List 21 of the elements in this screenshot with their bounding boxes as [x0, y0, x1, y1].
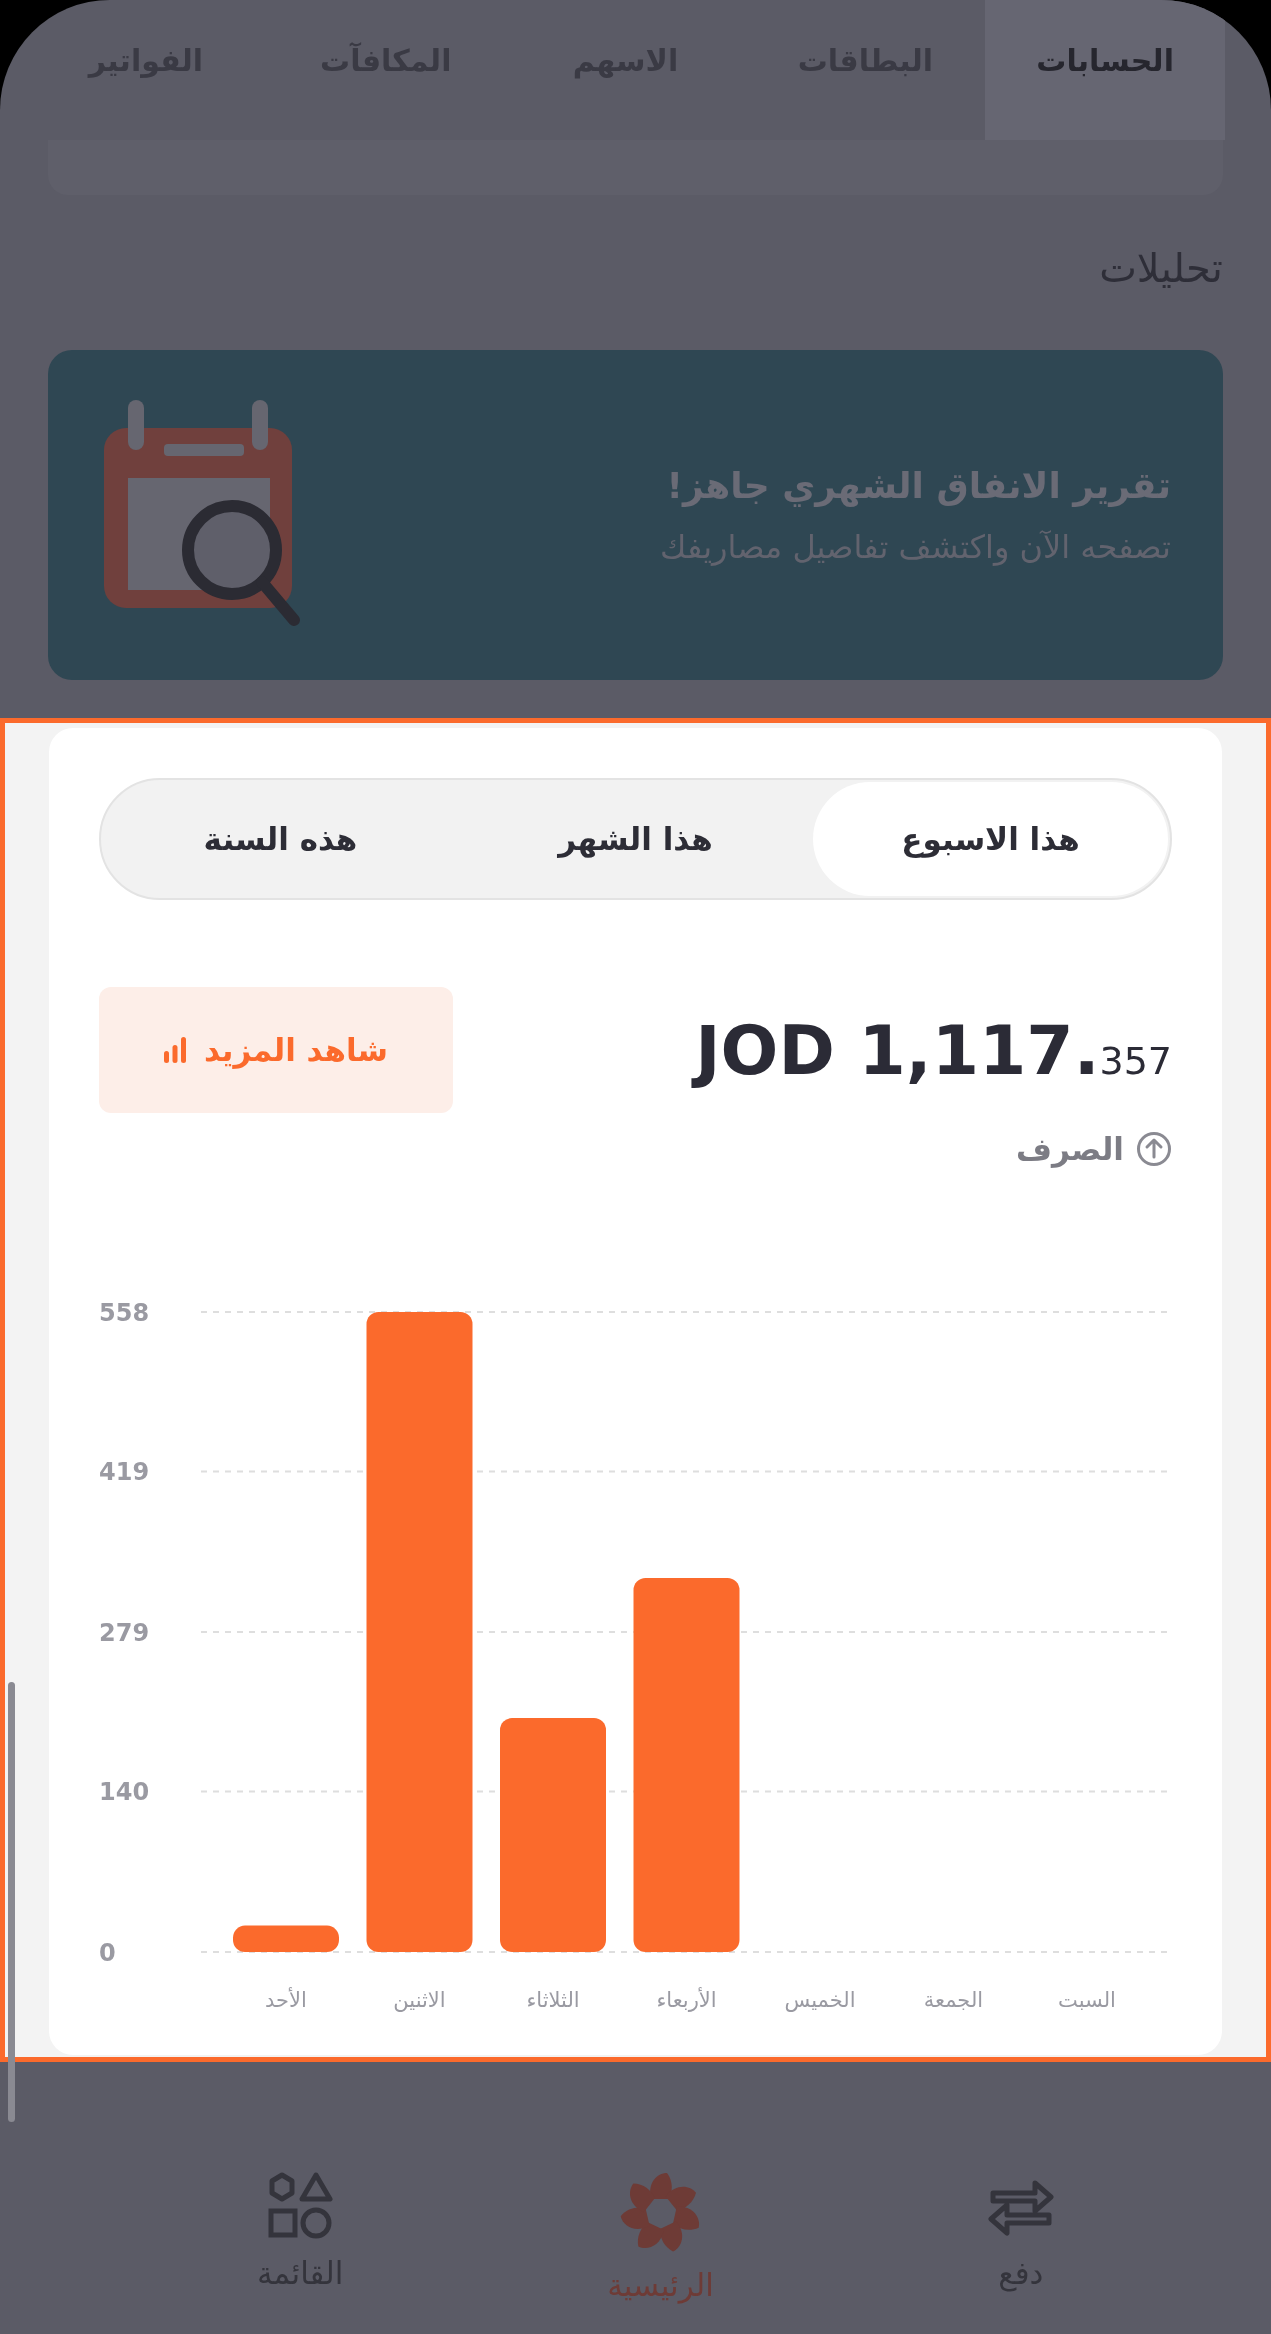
day-label: الخميس: [784, 1988, 856, 2012]
period-tab[interactable]: هذه السنة: [103, 782, 458, 896]
day-label: الأربعاء: [656, 1988, 717, 2012]
axis-tick-label: 0: [99, 1939, 116, 1967]
amount-label: الصرف: [1015, 1131, 1124, 1167]
day-label: الاثنين: [393, 1988, 446, 2012]
up-arrow-circle-icon: [1136, 1131, 1172, 1167]
period-tab[interactable]: هذا الشهر: [458, 782, 813, 896]
axis-tick-label: 419: [99, 1458, 150, 1487]
axis-tick-label: 558: [99, 1299, 150, 1327]
axis-tick-label: 279: [99, 1619, 150, 1647]
bar-chart-icon: [163, 1037, 186, 1063]
period-tab[interactable]: هذا الاسبوع: [813, 782, 1168, 896]
day-label: الثلاثاء: [526, 1988, 580, 2012]
see-more-button[interactable]: شاهد المزيد: [99, 987, 453, 1113]
day-label: الأحد: [265, 1988, 307, 2012]
top-tab[interactable]: الحسابات: [985, 0, 1225, 140]
day-label: الجمعة: [923, 1988, 984, 2012]
axis-tick-label: 140: [99, 1778, 150, 1807]
banner-title: تقرير الانفاق الشهري جاهز!: [665, 464, 1171, 506]
day-label: السبت: [1058, 1988, 1116, 2012]
